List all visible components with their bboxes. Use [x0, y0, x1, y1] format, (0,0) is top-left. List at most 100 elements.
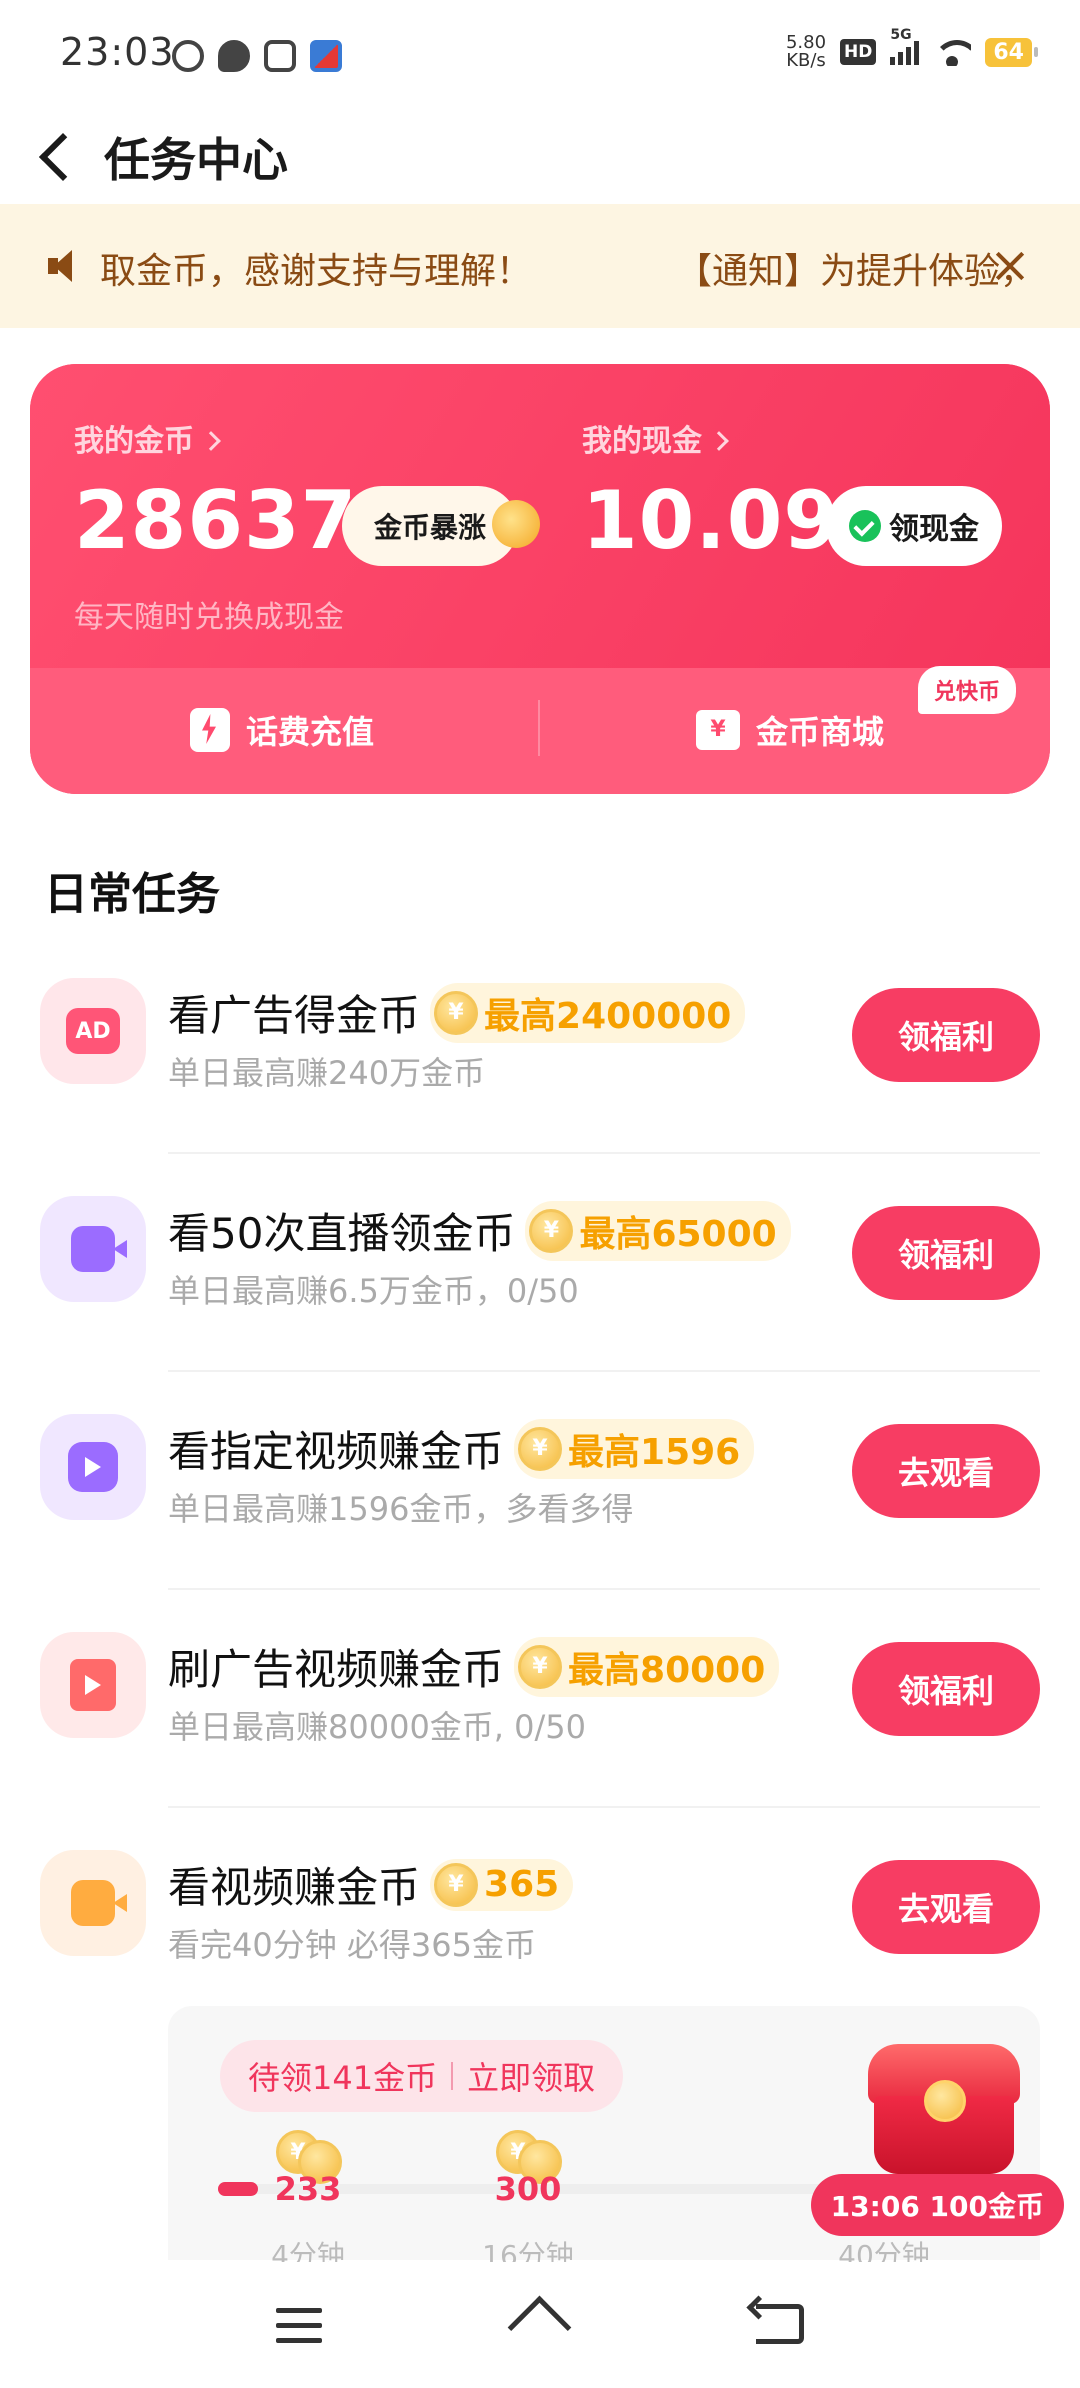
video-camera-icon	[40, 1850, 146, 1956]
coin-icon: ¥	[518, 1644, 563, 1689]
page-title: 任务中心	[104, 133, 288, 187]
coins-balance: 28637	[74, 474, 358, 567]
task-title-row: 看指定视频赚金币 ¥ 最高1596	[168, 1418, 755, 1479]
task-title-row: 看视频赚金币 ¥365	[168, 1854, 574, 1915]
coin-icon: ¥	[529, 1208, 574, 1253]
close-icon[interactable]	[990, 246, 1030, 286]
coin-boost-label: 金币暴涨	[373, 511, 486, 544]
home-icon[interactable]	[510, 2300, 566, 2346]
task-title: 看视频赚金币	[168, 1863, 421, 1912]
wallet-card: 我的金币 28637 金币暴涨 我的现金 10.09 领现金 每天随时兑换成现金…	[30, 364, 1050, 794]
reward-badge: ¥ 最高80000	[514, 1636, 780, 1697]
task-subtitle: 单日最高赚6.5万金币，0/50	[168, 1272, 579, 1310]
status-right-icons: 5.80 KB/s HD 5G 64	[786, 27, 1038, 70]
speaker-icon	[48, 250, 82, 282]
task-title: 刷广告视频赚金币	[168, 1645, 505, 1694]
wallet-card-actions	[30, 668, 1050, 794]
chevron-right-icon	[709, 431, 729, 451]
battery-icon: 64	[985, 37, 1038, 67]
withdraw-cash-label: 领现金	[889, 512, 979, 547]
trend-up-icon	[492, 500, 540, 548]
coin-icon: ¥	[518, 1426, 563, 1471]
coin-icon: ¥	[434, 1862, 479, 1907]
my-cash-label: 我的现金	[582, 424, 702, 459]
live-camera-icon	[40, 1196, 146, 1302]
notice-text-right: 【通知】为提升体验，	[676, 251, 1037, 292]
lightning-icon	[190, 708, 230, 752]
my-coins-link[interactable]: 我的金币	[74, 416, 221, 460]
notice-text-left: 取金币，感谢支持与理解！	[100, 251, 533, 292]
signal-icon: 5G	[890, 27, 920, 65]
chevron-right-icon	[201, 431, 221, 451]
watch-button[interactable]: 去观看	[852, 1860, 1040, 1954]
app-header: 任务中心	[0, 110, 1080, 202]
reward-amount: 365	[484, 1864, 560, 1905]
claim-welfare-button[interactable]: 领福利	[852, 1206, 1040, 1300]
reward-badge: ¥ 最高2400000	[430, 982, 746, 1043]
milestone: ¥ 300 16分钟	[468, 2130, 588, 2272]
my-coins-label: 我的金币	[74, 424, 194, 459]
reward-amount: 最高65000	[579, 1213, 777, 1255]
cash-balance: 10.09	[582, 474, 841, 567]
coin-mall-button[interactable]: ¥ 金币商城	[696, 704, 884, 756]
notice-banner[interactable]: 取金币，感谢支持与理解！ 【通知】为提升体验，	[0, 204, 1080, 328]
task-row: 看视频赚金币 ¥365 看完40分钟 必得365金币 去观看	[0, 1808, 1080, 2026]
menu-icon[interactable]	[276, 2308, 322, 2344]
task-subtitle: 看完40分钟 必得365金币	[168, 1926, 536, 1964]
task-row: 刷广告视频赚金币 ¥ 最高80000 单日最高赚80000金币, 0/50 领福利	[0, 1590, 1080, 1808]
task-title-row: 看广告得金币 ¥ 最高2400000	[168, 982, 746, 1043]
task-title: 看广告得金币	[168, 991, 421, 1040]
milestone-amount: 300	[494, 2170, 562, 2208]
countdown-reward[interactable]: 13:06 100金币	[810, 2174, 1064, 2236]
back-arrow-icon[interactable]	[30, 128, 86, 184]
my-cash-link[interactable]: 我的现金	[582, 416, 729, 460]
red-envelope-chest-icon[interactable]	[868, 2044, 1020, 2176]
reward-badge: ¥ 最高65000	[525, 1200, 791, 1261]
reward-amount: 最高1596	[568, 1431, 741, 1473]
hd-icon: HD	[840, 39, 877, 65]
claim-now-text: 立即领取	[467, 2059, 596, 2097]
task-row: 看50次直播领金币 ¥ 最高65000 单日最高赚6.5万金币，0/50 领福利	[0, 1154, 1080, 1372]
network-type: 5G	[890, 27, 912, 43]
coin-icon: ¥	[434, 990, 479, 1035]
wifi-icon	[933, 38, 972, 66]
status-bar: 23:03 5.80 KB/s HD 5G 64	[0, 0, 1080, 110]
task-title-row: 看50次直播领金币 ¥ 最高65000	[168, 1200, 791, 1261]
task-row: AD 看广告得金币 ¥ 最高2400000 单日最高赚240万金币 领福利	[0, 936, 1080, 1154]
reward-badge: ¥365	[430, 1858, 574, 1911]
reward-amount: 最高2400000	[484, 995, 732, 1037]
watch-button[interactable]: 去观看	[852, 1424, 1040, 1518]
withdraw-cash-button[interactable]: 领现金	[826, 486, 1002, 566]
claim-welfare-button[interactable]: 领福利	[852, 1642, 1040, 1736]
milestone: ¥ 233 4分钟	[248, 2130, 368, 2272]
divider	[451, 2062, 454, 2090]
phone-recharge-label: 话费充值	[246, 713, 375, 751]
task-subtitle: 单日最高赚1596金币，多看多得	[168, 1490, 634, 1528]
play-icon	[40, 1414, 146, 1520]
reward-badge: ¥ 最高1596	[514, 1418, 755, 1479]
back-icon[interactable]	[756, 2304, 804, 2344]
store-icon: ¥	[696, 710, 740, 750]
task-title-row: 刷广告视频赚金币 ¥ 最高80000	[168, 1636, 780, 1697]
status-notification-icons	[172, 40, 342, 72]
section-title: 日常任务	[44, 869, 220, 920]
task-row: 看指定视频赚金币 ¥ 最高1596 单日最高赚1596金币，多看多得 去观看	[0, 1372, 1080, 1590]
reward-amount: 最高80000	[568, 1649, 766, 1691]
task-subtitle: 单日最高赚80000金币, 0/50	[168, 1708, 587, 1746]
coin-mall-label: 金币商城	[756, 713, 885, 751]
task-title: 看50次直播领金币	[168, 1209, 516, 1258]
network-speed: 5.80 KB/s	[786, 34, 826, 70]
phone-recharge-button[interactable]: 话费充值	[190, 704, 374, 756]
ad-icon: AD	[40, 978, 146, 1084]
message-icon	[218, 40, 250, 72]
milestone-amount: 233	[274, 2170, 342, 2208]
pending-coins-text: 待领141金币	[248, 2059, 438, 2097]
claim-welfare-button[interactable]: 领福利	[852, 988, 1040, 1082]
claim-pending-button[interactable]: 待领141金币 立即领取	[220, 2040, 624, 2112]
link-icon	[172, 40, 204, 72]
divider	[538, 700, 540, 756]
network-speed-unit: KB/s	[786, 50, 826, 71]
coin-boost-button[interactable]: 金币暴涨	[342, 486, 540, 566]
wallet-subtitle: 每天随时兑换成现金	[74, 600, 344, 635]
exchange-badge: 兑快币	[917, 666, 1016, 714]
